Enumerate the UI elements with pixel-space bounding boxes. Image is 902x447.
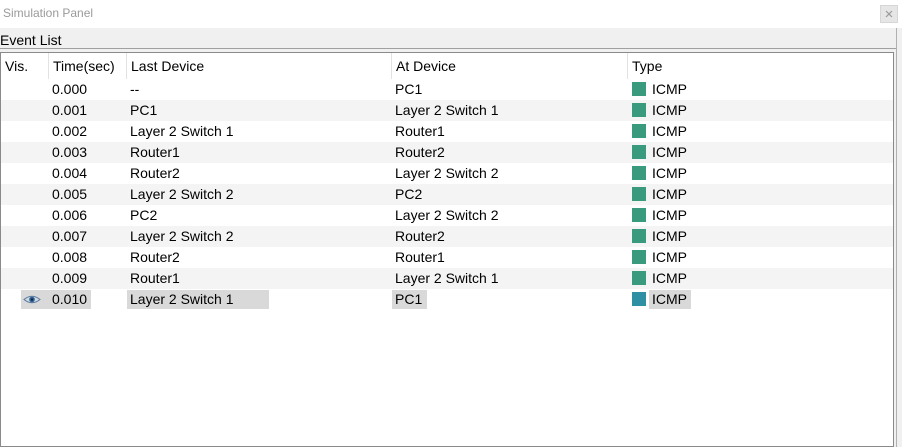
type-color-swatch: [632, 271, 646, 285]
type-cell: ICMP: [652, 102, 687, 118]
title-bar: Simulation Panel: [0, 0, 902, 28]
type-color-swatch: [632, 166, 646, 180]
at-device-cell: Layer 2 Switch 2: [395, 165, 499, 181]
table-row[interactable]: 0.003 Router1 Router2 ICMP: [1, 142, 893, 163]
table-row[interactable]: 0.008 Router2 Router1 ICMP: [1, 247, 893, 268]
time-cell: 0.001: [52, 102, 88, 118]
at-device-cell: PC1: [395, 81, 423, 97]
time-cell: 0.004: [52, 165, 88, 181]
panel-right-border: [896, 28, 897, 447]
table-row[interactable]: 0.001 PC1 Layer 2 Switch 1 ICMP: [1, 100, 893, 121]
time-cell: 0.003: [52, 144, 88, 160]
table-row[interactable]: 0.007 Layer 2 Switch 2 Router2 ICMP: [1, 226, 893, 247]
time-cell: 0.010: [52, 291, 88, 307]
last-device-cell: Router1: [130, 144, 180, 160]
last-device-cell: Layer 2 Switch 2: [130, 228, 234, 244]
at-device-cell: Router2: [395, 228, 445, 244]
table-row[interactable]: 0.004 Router2 Layer 2 Switch 2 ICMP: [1, 163, 893, 184]
event-list-table: Vis. Time(sec) Last Device At Device Typ…: [0, 52, 894, 447]
type-cell: ICMP: [652, 291, 687, 307]
column-header-vis[interactable]: Vis.: [1, 53, 49, 79]
at-device-cell: Layer 2 Switch 2: [395, 207, 499, 223]
at-device-cell: Layer 2 Switch 1: [395, 270, 499, 286]
type-color-swatch: [632, 208, 646, 222]
at-device-cell: PC1: [395, 291, 423, 307]
close-icon: [885, 10, 893, 18]
type-color-swatch: [632, 250, 646, 264]
simulation-panel-window: Simulation Panel Event List Vis. Time(se…: [0, 0, 902, 447]
type-color-swatch: [632, 229, 646, 243]
type-cell: ICMP: [652, 249, 687, 265]
close-button[interactable]: [880, 5, 898, 23]
table-row[interactable]: 0.005 Layer 2 Switch 2 PC2 ICMP: [1, 184, 893, 205]
time-cell: 0.007: [52, 228, 88, 244]
table-row[interactable]: 0.009 Router1 Layer 2 Switch 1 ICMP: [1, 268, 893, 289]
last-device-cell: PC1: [130, 102, 158, 118]
type-cell: ICMP: [652, 207, 687, 223]
column-header-type[interactable]: Type: [628, 53, 893, 79]
type-cell: ICMP: [652, 81, 687, 97]
last-device-cell: PC2: [130, 207, 158, 223]
table-row-selected[interactable]: 0.010 Layer 2 Switch 1 PC1 ICMP: [1, 289, 893, 310]
time-cell: 0.000: [52, 81, 88, 97]
type-color-swatch: [632, 82, 646, 96]
type-color-swatch: [632, 103, 646, 117]
window-title: Simulation Panel: [3, 6, 94, 20]
at-device-cell: Router2: [395, 144, 445, 160]
type-cell: ICMP: [652, 123, 687, 139]
time-cell: 0.008: [52, 249, 88, 265]
last-device-cell: Layer 2 Switch 2: [130, 186, 234, 202]
table-row[interactable]: 0.006 PC2 Layer 2 Switch 2 ICMP: [1, 205, 893, 226]
type-color-swatch: [632, 124, 646, 138]
eye-icon[interactable]: [23, 294, 41, 305]
type-color-swatch: [632, 292, 646, 306]
type-cell: ICMP: [652, 165, 687, 181]
type-cell: ICMP: [652, 228, 687, 244]
last-device-cell: Layer 2 Switch 1: [130, 123, 234, 139]
time-cell: 0.005: [52, 186, 88, 202]
last-device-cell: Router2: [130, 165, 180, 181]
at-device-cell: Router1: [395, 249, 445, 265]
group-divider: [0, 48, 896, 49]
type-color-swatch: [632, 145, 646, 159]
table-row[interactable]: 0.002 Layer 2 Switch 1 Router1 ICMP: [1, 121, 893, 142]
last-device-cell: --: [130, 81, 140, 97]
type-cell: ICMP: [652, 270, 687, 286]
column-header-time[interactable]: Time(sec): [49, 53, 127, 79]
time-cell: 0.009: [52, 270, 88, 286]
at-device-cell: Layer 2 Switch 1: [395, 102, 499, 118]
table-header: Vis. Time(sec) Last Device At Device Typ…: [1, 53, 893, 79]
last-device-cell: Layer 2 Switch 1: [130, 291, 234, 307]
event-rows: 0.000 -- PC1 ICMP 0.001 PC1 Layer 2 Swit…: [1, 79, 893, 310]
at-device-cell: PC2: [395, 186, 423, 202]
type-color-swatch: [632, 187, 646, 201]
time-cell: 0.006: [52, 207, 88, 223]
table-row[interactable]: 0.000 -- PC1 ICMP: [1, 79, 893, 100]
event-list-label: Event List: [0, 32, 62, 48]
last-device-cell: Router1: [130, 270, 180, 286]
column-header-last-device[interactable]: Last Device: [127, 53, 392, 79]
time-cell: 0.002: [52, 123, 88, 139]
last-device-cell: Router2: [130, 249, 180, 265]
column-header-at-device[interactable]: At Device: [392, 53, 628, 79]
type-cell: ICMP: [652, 186, 687, 202]
type-cell: ICMP: [652, 144, 687, 160]
at-device-cell: Router1: [395, 123, 445, 139]
